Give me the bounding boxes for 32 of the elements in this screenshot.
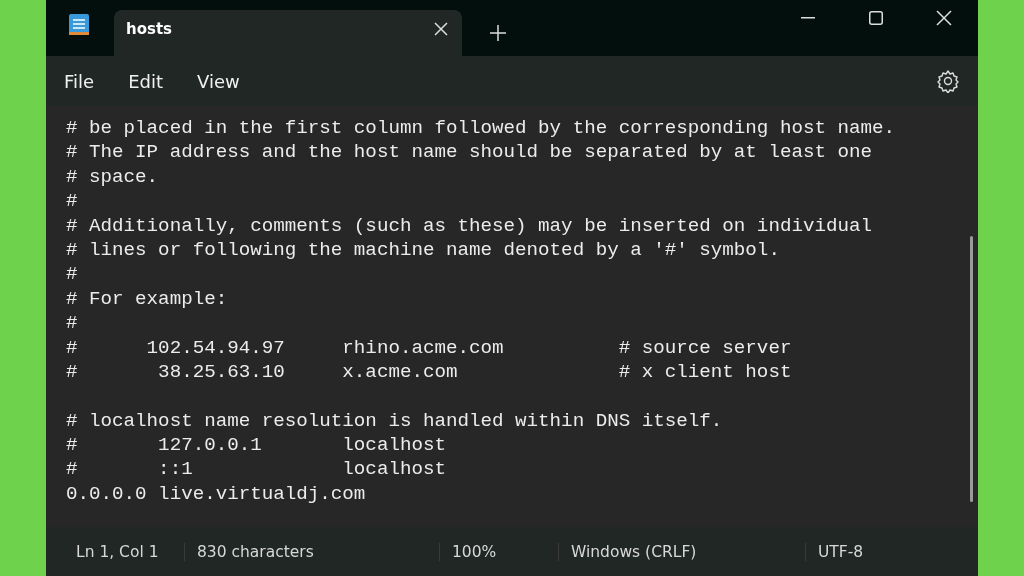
scrollbar[interactable]	[970, 236, 973, 502]
file-tab[interactable]: hosts	[114, 10, 462, 56]
maximize-icon[interactable]	[869, 11, 883, 25]
minimize-icon[interactable]	[801, 17, 815, 19]
notepad-icon	[68, 12, 90, 36]
status-item: Ln 1, Col 1	[75, 542, 160, 561]
status-item: 100%	[439, 542, 558, 561]
text-line: #	[66, 311, 79, 336]
status-item: 830 characters	[184, 542, 439, 561]
settings-icon[interactable]	[936, 69, 960, 93]
text-line: # 127.0.0.1 localhost	[66, 433, 447, 458]
menu-item[interactable]: View	[197, 70, 240, 92]
text-line: # ::1 localhost	[66, 457, 447, 482]
text-line: # localhost name resolution is handled within DNS itself.	[66, 408, 724, 434]
close-icon[interactable]	[434, 22, 448, 36]
menu-item[interactable]: File	[64, 70, 95, 92]
menu-item[interactable]: Edit	[128, 70, 163, 92]
text-line: 0.0.0.0 live.virtualdj.com	[66, 481, 367, 507]
text-line: # lines or following the machine name denoted by a '#' symbol.	[66, 237, 781, 263]
text-line: # 102.54.94.97 rhino.acme.com # source server	[66, 335, 793, 360]
status-item: UTF-8	[805, 542, 876, 561]
text-line: # For example:	[66, 286, 229, 312]
text-line: #	[66, 262, 79, 287]
text-line: # Additionally, comments (such as these) may be inserted on individual	[66, 213, 873, 238]
text-line: # be placed in the first column followed by the corresponding host name.	[66, 116, 896, 141]
close-icon[interactable]	[936, 10, 952, 26]
text-line: # The IP address and the host name should be separated by at least one	[66, 140, 873, 165]
text-line: # space.	[66, 164, 160, 190]
text-line: #	[66, 189, 79, 214]
plus-icon[interactable]	[490, 25, 506, 41]
text-line: # 38.25.63.10 x.acme.com # x client host	[66, 359, 793, 385]
status-item: Windows (CRLF)	[558, 542, 805, 561]
